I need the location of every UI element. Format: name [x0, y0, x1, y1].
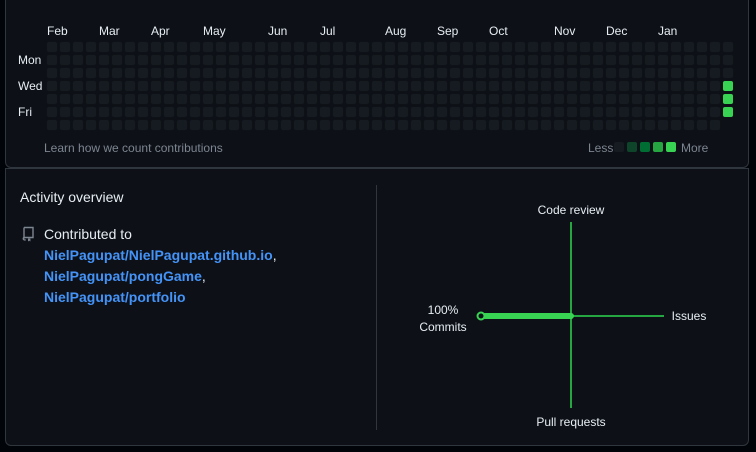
- code-review-label: Code review: [537, 203, 605, 217]
- issues-label: Issues: [671, 309, 707, 323]
- activity-axes-chart: [476, 222, 664, 408]
- commits-percent-label: 100%: [427, 303, 459, 317]
- pull-requests-label: Pull requests: [536, 415, 606, 429]
- commits-point: [476, 311, 486, 321]
- commits-label: Commits: [419, 320, 467, 334]
